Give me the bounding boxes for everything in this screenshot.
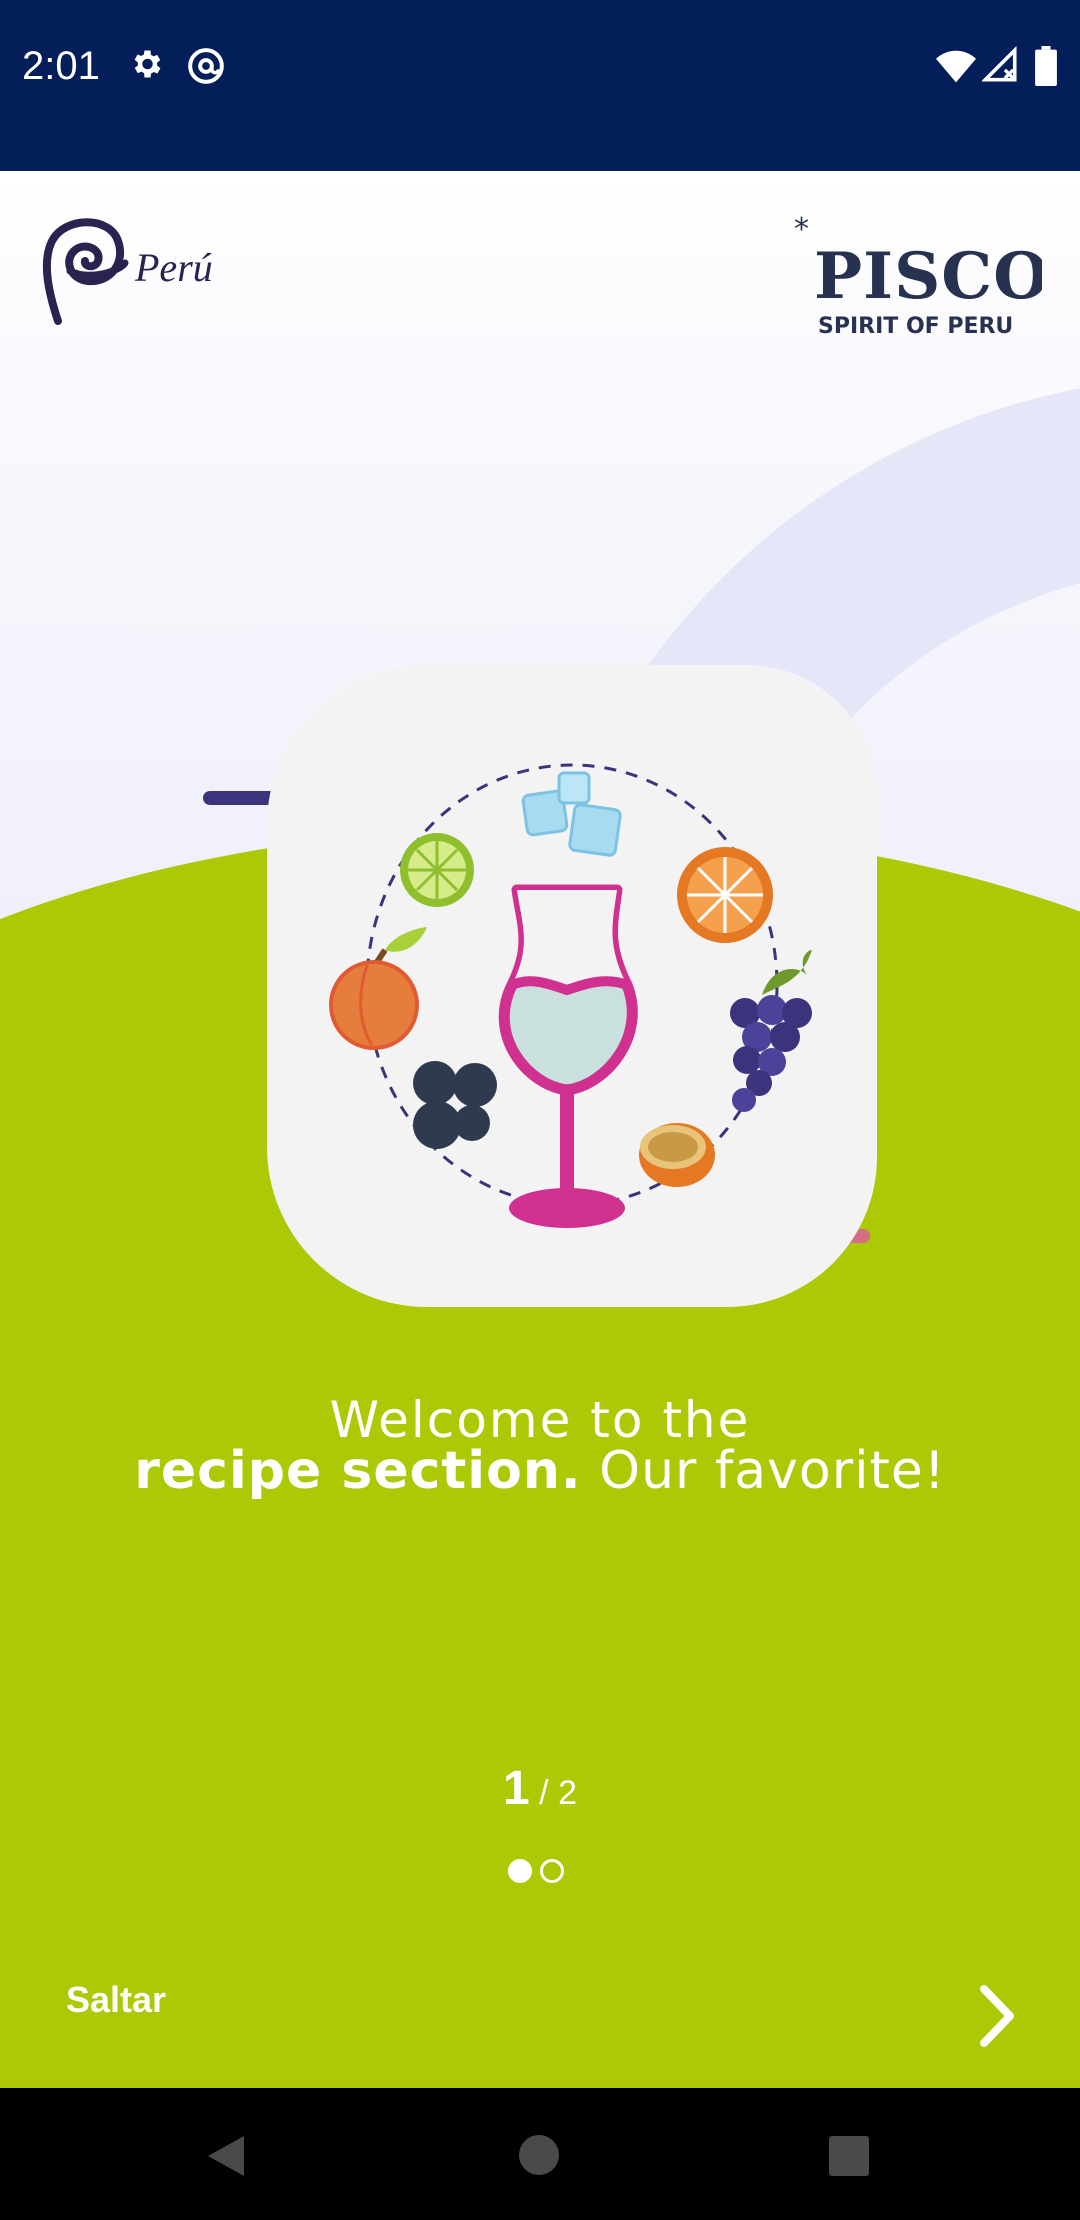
wifi-icon xyxy=(936,50,976,83)
settings-icon xyxy=(134,50,161,78)
ice-cubes-icon xyxy=(521,771,622,857)
page-separator: / xyxy=(529,1774,559,1812)
blackberries-icon xyxy=(413,1061,497,1149)
recents-icon[interactable] xyxy=(828,2135,870,2177)
signal-icon xyxy=(982,46,1017,82)
page-dot-1[interactable] xyxy=(508,1859,532,1883)
passion-fruit-icon xyxy=(639,1123,715,1187)
status-time: 2:01 xyxy=(22,44,100,88)
page-dot-2[interactable] xyxy=(540,1859,564,1883)
welcome-line2-rest: Our favorite! xyxy=(581,1441,946,1501)
cocktail-illustration xyxy=(329,763,812,1228)
navigation-bar xyxy=(0,2088,1080,2220)
wine-glass-icon xyxy=(498,884,638,1228)
orange-icon xyxy=(677,847,773,943)
home-icon[interactable] xyxy=(518,2134,560,2176)
status-bar: 2:01 xyxy=(0,0,1080,171)
page-total: 2 xyxy=(558,1774,577,1812)
illustration-card xyxy=(267,665,877,1307)
battery-icon xyxy=(1035,46,1057,86)
next-chevron-icon[interactable] xyxy=(972,1981,1022,2051)
page-indicator-text: 1 / 2 xyxy=(0,1761,1080,1816)
skip-button[interactable]: Saltar xyxy=(66,1979,166,2021)
welcome-line2-bold: recipe section. xyxy=(134,1441,582,1501)
at-sign-icon xyxy=(188,48,224,84)
page-current: 1 xyxy=(503,1762,530,1815)
peach-icon xyxy=(329,927,427,1050)
lime-icon xyxy=(400,833,474,907)
onboarding-screen: Perú * PISCO SPIRIT OF PERU Welcome to t… xyxy=(0,171,1080,2088)
welcome-line2: recipe section. Our favorite! xyxy=(0,1441,1080,1501)
back-icon[interactable] xyxy=(204,2134,246,2178)
